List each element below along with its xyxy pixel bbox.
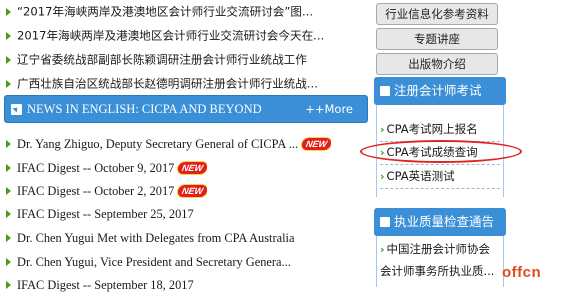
news-item[interactable]: 辽宁省委统战部副部长陈颖调研注册会计师行业统战工作	[6, 48, 307, 70]
english-news-item[interactable]: IFAC Digest -- October 2, 2017 NEW	[6, 179, 208, 201]
cpa-exam-panel-header: 注册会计师考试	[374, 77, 506, 105]
english-news-item[interactable]: Dr. Chen Yugui Met with Delegates from C…	[6, 226, 295, 248]
more-link[interactable]: ++More	[305, 96, 353, 122]
new-badge: NEW	[177, 162, 208, 175]
bullet-icon	[6, 31, 11, 40]
quality-item-continued[interactable]: 会计师事务所执业质...	[380, 260, 494, 282]
bullet-icon	[6, 79, 11, 88]
bullet-icon	[6, 281, 11, 290]
bullet-icon	[6, 140, 11, 149]
quality-panel-title: 执业质量检查通告	[394, 214, 495, 229]
arrow-box-icon	[380, 86, 390, 96]
bullet-icon	[6, 210, 11, 219]
cpa-exam-item-register[interactable]: › CPA考试网上报名	[380, 118, 478, 140]
bullet-icon	[6, 55, 11, 64]
arrow-box-icon	[380, 217, 390, 227]
bullet-icon	[6, 164, 11, 173]
bullet-icon	[6, 234, 11, 243]
english-news-item[interactable]: IFAC Digest -- September 25, 2017	[6, 202, 194, 224]
new-badge: NEW	[177, 185, 208, 198]
cpa-exam-item-english-test[interactable]: › CPA英语测试	[380, 165, 455, 187]
sidebar-button-lectures[interactable]: 专题讲座	[376, 28, 498, 50]
quality-item[interactable]: › 中国注册会计师协会	[380, 238, 490, 260]
chevron-right-icon: ›	[380, 123, 385, 136]
bullet-icon	[6, 7, 11, 16]
bullet-icon	[6, 258, 11, 267]
highlight-circle	[360, 140, 522, 163]
english-news-item[interactable]: Dr. Yang Zhiguo, Deputy Secretary Genera…	[6, 132, 332, 154]
chevron-right-icon: ›	[380, 170, 385, 183]
divider	[380, 188, 500, 189]
new-badge: NEW	[301, 138, 332, 151]
news-item[interactable]: “2017年海峡两岸及港澳地区会计师行业交流研讨会”图...	[6, 0, 313, 22]
sidebar-button-it-reference[interactable]: 行业信息化参考资料	[376, 3, 498, 25]
english-news-header: NEWS IN ENGLISH: CICPA AND BEYOND ++More	[4, 95, 368, 123]
english-news-title: NEWS IN ENGLISH: CICPA AND BEYOND	[27, 102, 262, 116]
news-item[interactable]: 广西壮族自治区统战部长赵德明调研注册会计师行业统战...	[6, 72, 318, 94]
cpa-exam-panel-title: 注册会计师考试	[394, 83, 482, 98]
news-item[interactable]: 2017年海峡两岸及港澳地区会计师行业交流研讨会今天在...	[6, 24, 324, 46]
bullet-icon	[6, 187, 11, 196]
sidebar-button-publications[interactable]: 出版物介绍	[376, 53, 498, 75]
english-news-item[interactable]: Dr. Chen Yugui, Vice President and Secre…	[6, 250, 291, 272]
quality-panel-header: 执业质量检查通告	[374, 208, 506, 236]
watermark: offcn	[502, 264, 542, 281]
english-news-item[interactable]: IFAC Digest -- September 18, 2017	[6, 273, 194, 295]
english-news-item[interactable]: IFAC Digest -- October 9, 2017 NEW	[6, 156, 208, 178]
chevron-right-icon: ›	[380, 243, 385, 256]
arrow-box-icon	[11, 104, 22, 115]
